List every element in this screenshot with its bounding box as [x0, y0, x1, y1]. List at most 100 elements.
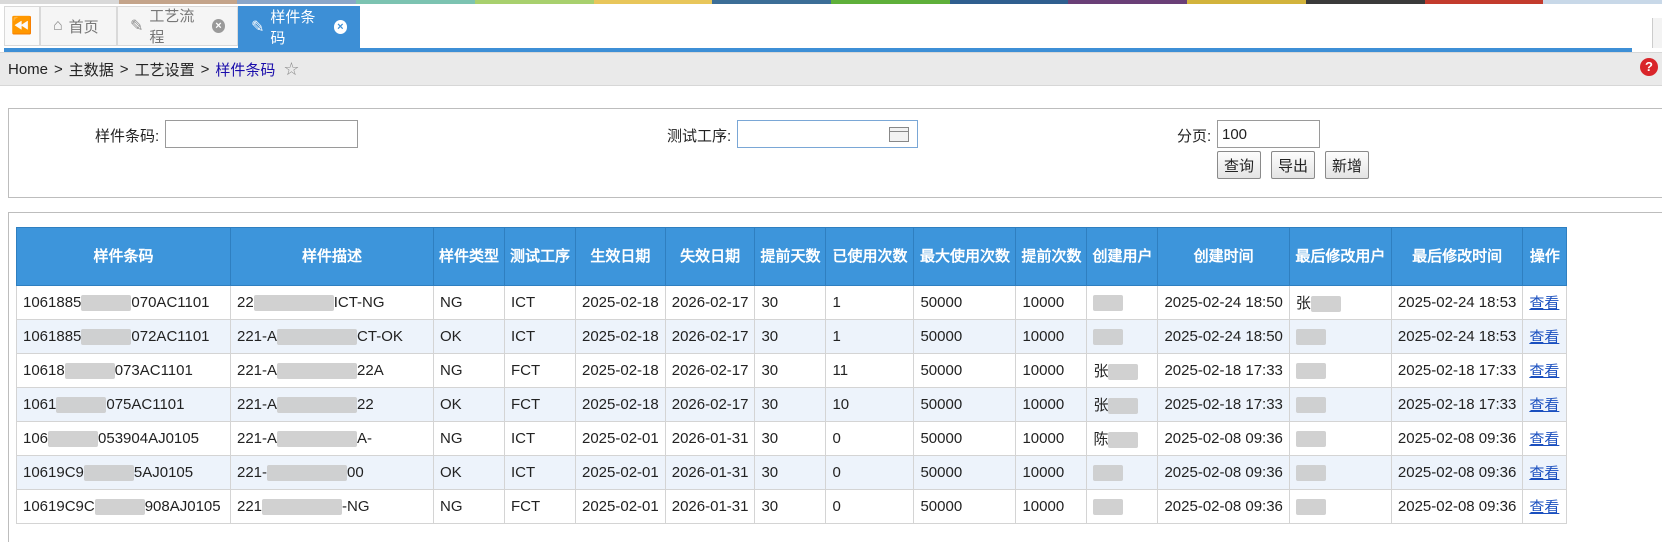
column-header[interactable]: 最后修改时间: [1390, 227, 1524, 286]
cell-advance-days-text: 30: [761, 430, 779, 447]
cell-used-count-text: 11: [832, 362, 849, 379]
close-tab-icon[interactable]: ×: [211, 19, 225, 33]
close-tab-icon[interactable]: ×: [333, 20, 347, 34]
cell-description-suffix: CT-OK: [357, 327, 403, 345]
process-select[interactable]: [737, 120, 918, 148]
cell-used-count-text: 1: [832, 294, 841, 311]
redacted-mask: [94, 499, 145, 516]
cell-description: 221-A CT-OK: [230, 319, 434, 354]
cell-process: FCT: [504, 353, 576, 388]
view-link[interactable]: 查看: [1529, 431, 1559, 448]
redacted-mask: [1093, 329, 1124, 346]
breadcrumb-separator: >: [200, 60, 210, 78]
breadcrumb-master-data[interactable]: 主数据: [69, 59, 114, 80]
table-row[interactable]: 106 053904AJ0105 221-A A- NG ICT 2025-02-01 202…: [16, 421, 1568, 456]
column-header[interactable]: 最后修改用户: [1288, 227, 1392, 286]
cell-max-count-text: 50000: [920, 328, 963, 345]
view-link[interactable]: 查看: [1529, 329, 1559, 346]
cell-barcode-prefix: 1061885: [23, 293, 82, 311]
column-header[interactable]: 生效日期: [575, 227, 666, 286]
breadcrumb-process-settings[interactable]: 工艺设置: [135, 59, 195, 80]
column-header[interactable]: 最大使用次数: [913, 227, 1017, 286]
view-link[interactable]: 查看: [1529, 295, 1559, 312]
cell-modified-time-text: 2025-02-18 17:33: [1397, 362, 1517, 379]
column-header[interactable]: 创建时间: [1157, 227, 1290, 286]
cell-description: 22 ICT-NG: [230, 285, 434, 320]
cell-modifier: [1288, 353, 1392, 388]
view-link[interactable]: 查看: [1529, 363, 1559, 380]
cell-used-count-text: 10: [832, 396, 850, 413]
page-size-input[interactable]: [1217, 120, 1320, 148]
collapse-tabs-button[interactable]: ⏪: [4, 6, 40, 46]
cell-modified-time-text: 2025-02-08 09:36: [1397, 498, 1517, 515]
cell-modified-time-text: 2025-02-18 17:33: [1397, 396, 1517, 413]
cell-start-date-text: 2025-02-18: [582, 396, 659, 413]
table-row[interactable]: 1061885 070AC1101 22 ICT-NG NG ICT 2025-02-18 2…: [16, 285, 1568, 320]
cell-used-count-text: 0: [832, 464, 841, 481]
cell-barcode: 106 053904AJ0105: [16, 421, 231, 456]
table-row[interactable]: 1061885 072AC1101 221-A CT-OK OK ICT 2025-02-1…: [16, 319, 1568, 354]
cell-barcode-prefix: 10618: [23, 361, 65, 379]
breadcrumb-home[interactable]: Home: [8, 61, 48, 78]
cell-end-date: 2026-01-31: [664, 421, 756, 456]
cell-used-count: 0: [825, 455, 915, 490]
table-row[interactable]: 1061 075AC1101 221-A 22 OK FCT 2025-02-18 2026-…: [16, 387, 1568, 422]
export-button[interactable]: 导出: [1271, 151, 1316, 179]
column-header[interactable]: 样件描述: [230, 227, 434, 286]
barcode-input[interactable]: [165, 120, 358, 148]
cell-action: 查看: [1522, 455, 1568, 490]
cell-barcode-suffix: 070AC1101: [131, 293, 210, 311]
add-button[interactable]: 新增: [1325, 151, 1370, 179]
cell-advance-days: 30: [754, 421, 827, 456]
cell-created-time: 2025-02-08 09:36: [1157, 421, 1290, 456]
column-header[interactable]: 样件条码: [16, 227, 231, 286]
redacted-mask: [262, 499, 343, 516]
cell-type-text: NG: [440, 294, 463, 311]
cell-start-date-text: 2025-02-01: [582, 464, 659, 481]
tab-sample-barcode[interactable]: ✎ 样件条码 ×: [238, 6, 360, 48]
home-icon: ⌂: [53, 17, 63, 34]
view-link[interactable]: 查看: [1529, 465, 1559, 482]
cell-process: ICT: [504, 421, 576, 456]
cell-start-date: 2025-02-18: [575, 353, 666, 388]
table-row[interactable]: 10619C9 5AJ0105 221- 00 OK ICT 2025-02-01 2026-…: [16, 455, 1568, 490]
cell-end-date-text: 2026-01-31: [671, 498, 749, 515]
cell-created-time-text: 2025-02-24 18:50: [1164, 294, 1283, 311]
cell-process: FCT: [504, 489, 576, 524]
help-icon[interactable]: ?: [1640, 58, 1658, 76]
column-header[interactable]: 已使用次数: [825, 227, 915, 286]
query-button[interactable]: 查询: [1217, 151, 1262, 179]
cell-creator-text: 张: [1093, 397, 1109, 414]
column-header[interactable]: 测试工序: [504, 227, 576, 286]
redacted-mask: [1108, 398, 1139, 415]
view-link[interactable]: 查看: [1529, 397, 1559, 414]
table-row[interactable]: 10619C9C 908AJ0105 221 -NG NG FCT 2025-02-01 20…: [16, 489, 1568, 524]
column-header[interactable]: 样件类型: [433, 227, 505, 286]
column-header[interactable]: 提前次数: [1015, 227, 1088, 286]
cell-advance-count-text: 10000: [1022, 464, 1065, 481]
tab-process[interactable]: ✎ 工艺流程 ×: [117, 6, 238, 46]
tab-bar: ⏪ ⌂ 首页 ✎ 工艺流程 × ✎ 样件条码 ×: [0, 4, 1662, 52]
star-icon[interactable]: ☆: [283, 59, 299, 80]
cell-barcode-suffix: 053904AJ0105: [98, 429, 199, 447]
column-header[interactable]: 失效日期: [664, 227, 756, 286]
column-header[interactable]: 操作: [1522, 227, 1568, 286]
column-header[interactable]: 提前天数: [754, 227, 827, 286]
redacted-mask: [253, 295, 334, 312]
column-header[interactable]: 创建用户: [1086, 227, 1159, 286]
cell-process-text: FCT: [511, 362, 541, 379]
double-chevron-left-icon: ⏪: [11, 16, 33, 35]
cell-end-date: 2026-02-17: [664, 353, 756, 388]
cell-modified-time-text: 2025-02-24 18:53: [1397, 328, 1517, 345]
cell-modified-time: 2025-02-08 09:36: [1390, 455, 1524, 490]
scroll-tabs-right-button[interactable]: [1652, 18, 1662, 48]
table-row[interactable]: 10618 073AC1101 221-A 22A NG FCT 2025-02-18 202…: [16, 353, 1568, 388]
cell-modifier: [1288, 455, 1392, 490]
tab-home[interactable]: ⌂ 首页: [40, 6, 117, 46]
redacted-mask: [277, 431, 358, 448]
view-link[interactable]: 查看: [1529, 499, 1559, 516]
cell-action: 查看: [1522, 489, 1568, 524]
cell-barcode: 1061885 070AC1101: [16, 285, 231, 320]
redacted-mask: [1310, 296, 1341, 313]
cell-end-date-text: 2026-02-17: [671, 294, 749, 311]
